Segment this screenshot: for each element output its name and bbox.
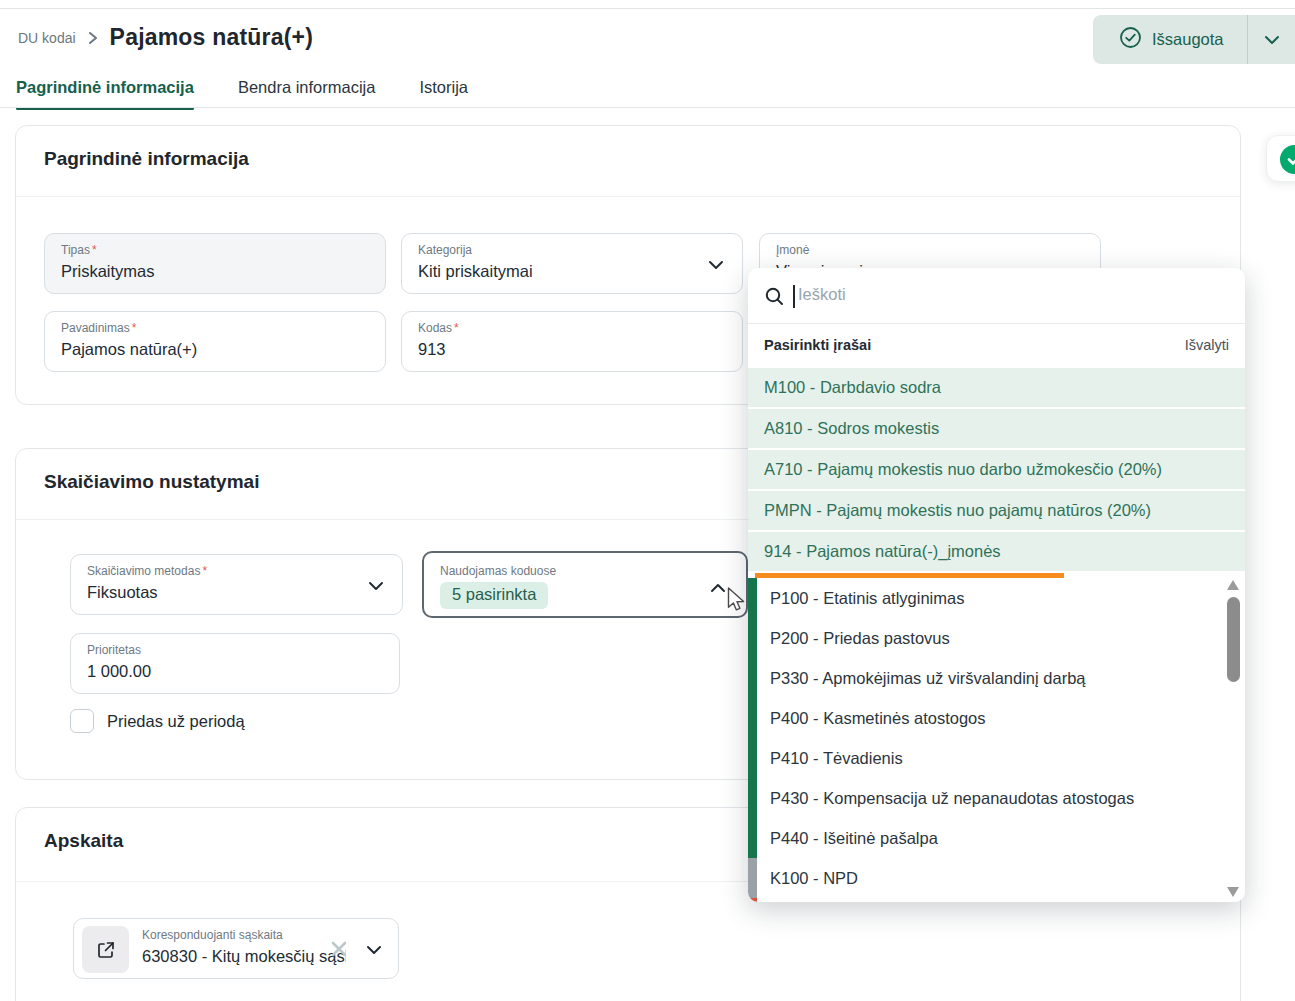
saved-indicator-chip (1266, 135, 1295, 182)
option-item[interactable]: P330 - Apmokėjimas už viršvalandinį darb… (748, 658, 1245, 698)
kategorija-select[interactable]: Kategorija Kiti priskaitymai (401, 233, 743, 294)
option-label: P330 - Apmokėjimas už viršvalandinį darb… (770, 669, 1086, 687)
prioritetas-input[interactable]: Prioritetas 1 000.00 (70, 633, 400, 694)
top-divider (0, 8, 1295, 9)
save-dropdown-toggle[interactable] (1248, 35, 1295, 45)
save-status-button[interactable]: Išsaugota (1093, 15, 1295, 64)
kodas-input[interactable]: Kodas* 913 (401, 311, 743, 372)
check-icon (1280, 145, 1295, 174)
tab-bendra-informacija[interactable]: Bendra informacija (238, 78, 376, 109)
mouse-cursor (725, 586, 746, 617)
option-label: K100 - NPD (770, 869, 858, 887)
option-color-strip (748, 658, 757, 698)
selected-item[interactable]: M100 - Darbdavio sodra (748, 368, 1245, 407)
checkbox[interactable] (70, 709, 94, 733)
multiselect-dropdown-panel: Ieškoti Pasirinkti įrašai Išvalyti M100 … (748, 268, 1245, 902)
tipas-field: Tipas* Priskaitymas (44, 233, 386, 294)
selected-item[interactable]: 914 - Pajamos natūra(-)_įmonės (748, 532, 1245, 571)
field-value: Kiti priskaitymai (418, 262, 533, 281)
section-title: Skaičiavimo nustatymai (44, 471, 259, 493)
field-label: Prioritetas (87, 643, 141, 657)
option-label: P200 - Priedas pastovus (770, 629, 950, 647)
option-item[interactable]: P100 - Etatinis atlyginimas (748, 578, 1245, 618)
field-label: Skaičiavimo metodas* (87, 564, 207, 578)
text-caret (793, 285, 795, 308)
section-title: Apskaita (44, 830, 123, 852)
section-divider (16, 196, 1240, 197)
option-color-strip (748, 698, 757, 738)
tab-pagrindine-informacija[interactable]: Pagrindinė informacija (16, 78, 194, 109)
selected-item[interactable]: A810 - Sodros mokestis (748, 409, 1245, 448)
option-color-strip (748, 858, 757, 898)
search-icon (764, 286, 785, 311)
selected-item[interactable]: A710 - Pajamų mokestis nuo darbo užmokes… (748, 450, 1245, 489)
external-link-button[interactable] (82, 926, 129, 973)
breadcrumb: DU kodai Pajamos natūra(+) (18, 24, 313, 51)
scrollbar[interactable] (1227, 580, 1240, 897)
options-list: P100 - Etatinis atlyginimas P200 - Prieda… (748, 578, 1245, 902)
field-value: 913 (418, 340, 446, 359)
option-color-strip (748, 738, 757, 778)
selected-item[interactable]: PMPN - Pajamų mokestis nuo pajamų natūro… (748, 491, 1245, 530)
dropdown-search[interactable]: Ieškoti (748, 268, 1245, 324)
koresponduojanti-saskaita-select[interactable]: Koresponduojanti sąskaita 630830 - Kitų … (73, 918, 399, 979)
chevron-down-icon[interactable] (708, 256, 724, 274)
selected-items-title: Pasirinkti įrašai (764, 337, 871, 353)
scrollbar-thumb[interactable] (1227, 597, 1240, 682)
selected-items: M100 - Darbdavio sodraA810 - Sodros moke… (748, 368, 1245, 573)
chevron-right-icon (88, 31, 98, 45)
save-status-label: Išsaugota (1152, 30, 1224, 49)
option-label: P430 - Kompensacija už nepanaudotas atos… (770, 789, 1134, 807)
option-color-strip (748, 818, 757, 858)
option-color-strip (748, 618, 757, 658)
section-title: Pagrindinė informacija (44, 148, 249, 170)
chevron-up-icon[interactable] (710, 579, 726, 597)
option-label: P440 - Išeitinė pašalpa (770, 829, 938, 847)
field-value: 630830 - Kitų mokesčių sąsk (142, 947, 346, 966)
field-value: 1 000.00 (87, 662, 151, 681)
field-label: Koresponduojanti sąskaita (142, 928, 283, 942)
clear-icon[interactable] (329, 939, 349, 963)
field-value: Fiksuotas (87, 583, 158, 602)
option-color-strip (748, 578, 757, 618)
chevron-down-icon[interactable] (366, 941, 382, 959)
selected-items-header: Pasirinkti įrašai Išvalyti (748, 324, 1245, 368)
option-item[interactable]: P410 - Tėvadienis (748, 738, 1245, 778)
option-label: P400 - Kasmetinės atostogos (770, 709, 986, 727)
option-item[interactable]: P400 - Kasmetinės atostogos (748, 698, 1245, 738)
pavadinimas-input[interactable]: Pavadinimas* Pajamos natūra(+) (44, 311, 386, 372)
field-value: Priskaitymas (61, 262, 155, 281)
naudojamas-koduose-select[interactable]: Naudojamas koduose 5 pasirinkta (422, 551, 748, 618)
option-item[interactable]: P430 - Kompensacija už nepanaudotas atos… (748, 778, 1245, 818)
field-label: Pavadinimas* (61, 321, 136, 335)
checkbox-label: Priedas už periodą (107, 712, 245, 731)
clear-all-link[interactable]: Išvalyti (1185, 337, 1229, 353)
option-item[interactable]: P440 - Išeitinė pašalpa (748, 818, 1245, 858)
tab-istorija[interactable]: Istorija (419, 78, 468, 109)
skaiciavimo-metodas-select[interactable]: Skaičiavimo metodas* Fiksuotas (70, 554, 403, 615)
option-item[interactable]: P200 - Priedas pastovus (748, 618, 1245, 658)
selected-count-chip: 5 pasirinkta (440, 582, 548, 609)
option-label: P100 - Etatinis atlyginimas (770, 589, 964, 607)
priedas-uz-perioda-checkbox-row: Priedas už periodą (70, 709, 245, 733)
page-title: Pajamos natūra(+) (110, 24, 313, 51)
check-circle-icon (1119, 26, 1142, 53)
option-item[interactable]: K100 - NPD (748, 858, 1245, 898)
scroll-up-arrow[interactable] (1227, 580, 1239, 590)
tab-bar: Pagrindinė informacija Bendra informacij… (16, 78, 468, 109)
option-label: P410 - Tėvadienis (770, 749, 903, 767)
field-label: Naudojamas koduose (440, 564, 556, 578)
field-label: Įmonė (776, 243, 809, 257)
search-placeholder: Ieškoti (798, 285, 846, 304)
field-label: Kategorija (418, 243, 472, 257)
field-value: Pajamos natūra(+) (61, 340, 197, 359)
breadcrumb-parent[interactable]: DU kodai (18, 30, 76, 46)
chevron-down-icon[interactable] (368, 577, 384, 595)
option-color-strip (748, 778, 757, 818)
field-label: Tipas* (61, 243, 97, 257)
option-item[interactable] (748, 898, 1245, 902)
tabs-divider (0, 107, 1295, 108)
field-label: Kodas* (418, 321, 459, 335)
scroll-down-arrow[interactable] (1227, 887, 1239, 897)
